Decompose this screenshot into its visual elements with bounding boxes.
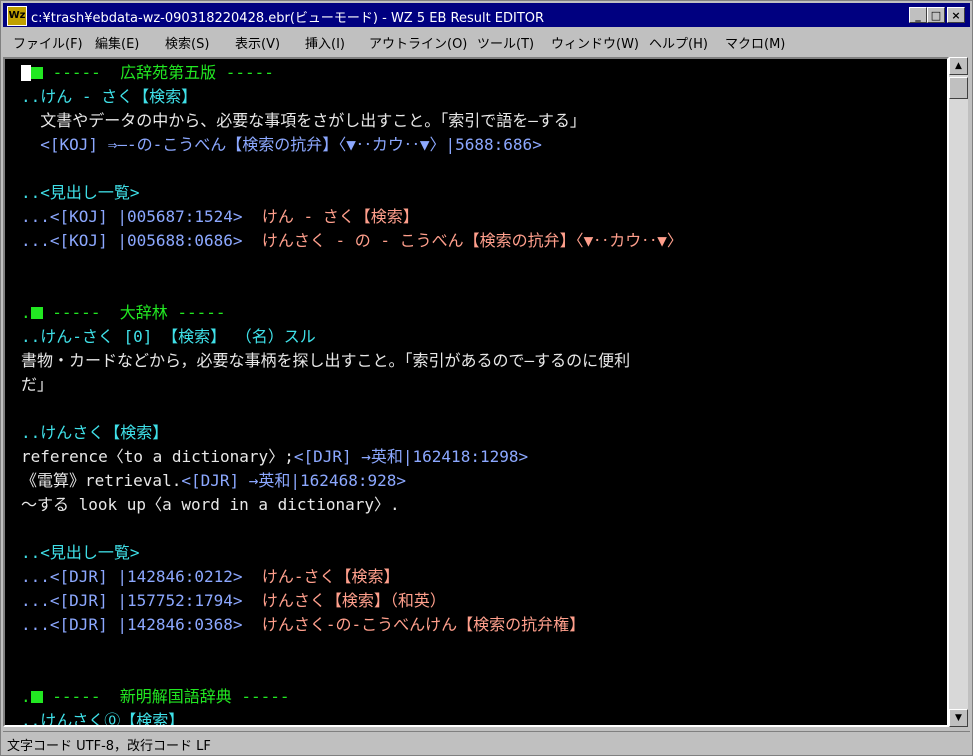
editor-line: ...<[DJR] |142846:0368> けんさく-の-こうべんけん【検索… — [21, 613, 585, 637]
menu-outline[interactable]: アウトライン(O) — [369, 33, 467, 52]
editor-line: ..けん - さく【検索】 — [21, 85, 197, 109]
window-title: c:¥trash¥ebdata-wz-090318220428.ebr(ビューモ… — [31, 11, 545, 26]
menu-tools[interactable]: ツール(T) — [477, 33, 534, 52]
menu-insert[interactable]: 挿入(I) — [305, 33, 345, 52]
entry-link[interactable]: ...<[DJR] |157752:1794> — [21, 591, 262, 610]
editor-line: 《電算》retrieval.<[DJR] →英和|162468:928> — [21, 469, 406, 493]
editor-line: ----- 広辞苑第五版 ----- — [21, 61, 274, 85]
editor-line: ..<見出し一覧> — [21, 541, 140, 565]
entry-link[interactable]: けんさく - の - こうべん【検索の抗弁】〈▼‥カウ‥▼〉 — [262, 231, 683, 250]
editor-line: ...<[DJR] |157752:1794> けんさく【検索】（和英） — [21, 589, 446, 613]
entry-link[interactable]: ...<[KOJ] |005687:1524> — [21, 207, 262, 226]
line-text: ----- 新明解国語辞典 ----- — [52, 687, 290, 706]
entry-link[interactable]: けん - さく【検索】 — [262, 207, 419, 226]
status-text: 文字コード UTF-8，改行コード LF — [7, 739, 211, 754]
entry-link[interactable]: <[DJR] →英和|162418:1298> — [294, 447, 528, 466]
scroll-thumb[interactable] — [949, 77, 968, 99]
vertical-scrollbar[interactable]: ▲ ▼ — [949, 57, 968, 727]
line-text: ----- 大辞林 ----- — [52, 303, 226, 322]
line-text: ..けんさく【検索】 — [21, 423, 169, 442]
app-icon[interactable]: Wz — [7, 6, 27, 26]
line-text: reference〈to a dictionary〉; — [21, 447, 294, 466]
menu-help[interactable]: ヘルプ(H) — [649, 33, 708, 52]
menu-macro[interactable]: マクロ(M) — [725, 33, 785, 52]
line-text: だ」 — [21, 375, 54, 394]
close-button[interactable]: × — [947, 7, 965, 23]
menu-view[interactable]: 表示(V) — [235, 33, 280, 52]
entry-link[interactable]: <[DJR] →英和|162468:928> — [181, 471, 406, 490]
title-bar[interactable]: Wz c:¥trash¥ebdata-wz-090318220428.ebr(ビ… — [3, 3, 970, 27]
editor-line: 文書やデータの中から、必要な事項をさがし出すこと。「索引で語を―する」 — [21, 109, 586, 133]
line-text: 文書やデータの中から、必要な事項をさがし出すこと。「索引で語を―する」 — [21, 111, 586, 130]
entry-link[interactable]: ...<[KOJ] |005688:0686> — [21, 231, 262, 250]
line-text: 書物・カードなどから，必要な事柄を探し出すこと。「索引があるので―するのに便利 — [21, 351, 631, 370]
line-text: ..けんさく⓪【検索】 — [21, 711, 185, 727]
line-text: ..<見出し一覧> — [21, 543, 140, 562]
section-marker-icon — [31, 67, 43, 79]
line-text: ----- 広辞苑第五版 ----- — [52, 63, 274, 82]
entry-link[interactable]: けんさく【検索】（和英） — [262, 591, 446, 610]
editor-line: ...<[KOJ] |005688:0686> けんさく - の - こうべん【… — [21, 229, 683, 253]
editor-line: <[KOJ] ⇒―-の-こうべん【検索の抗弁】〈▼‥カウ‥▼〉|5688:686… — [21, 133, 542, 157]
editor-line: ...<[KOJ] |005687:1524> けん - さく【検索】 — [21, 205, 419, 229]
entry-link[interactable]: けんさく-の-こうべんけん【検索の抗弁権】 — [262, 615, 585, 634]
editor-line: reference〈to a dictionary〉;<[DJR] →英和|16… — [21, 445, 528, 469]
editor-line: . ----- 新明解国語辞典 ----- — [21, 685, 290, 709]
editor-line: ..<見出し一覧> — [21, 181, 140, 205]
line-text: ..けん-さく [0] 【検索】 （名）スル — [21, 327, 316, 346]
app-window: Wz c:¥trash¥ebdata-wz-090318220428.ebr(ビ… — [0, 0, 973, 756]
editor-line: ..けんさく【検索】 — [21, 421, 168, 445]
line-text: 《電算》retrieval. — [21, 471, 182, 490]
entry-link[interactable]: ...<[DJR] |142846:0212> — [21, 567, 262, 586]
scroll-down-icon[interactable]: ▼ — [949, 709, 968, 727]
editor-line: 書物・カードなどから，必要な事柄を探し出すこと。「索引があるので―するのに便利 — [21, 349, 630, 373]
editor-line: ..けんさく⓪【検索】 — [21, 709, 185, 727]
line-text: ..けん - さく【検索】 — [21, 87, 198, 106]
editor-line: ..けん-さく [0] 【検索】 （名）スル — [21, 325, 316, 349]
entry-link[interactable]: ...<[DJR] |142846:0368> — [21, 615, 262, 634]
editor-line: . ----- 大辞林 ----- — [21, 301, 226, 325]
line-text: ..<見出し一覧> — [21, 183, 140, 202]
editor-line: だ」 — [21, 373, 53, 397]
status-bar: 文字コード UTF-8，改行コード LF — [3, 731, 970, 754]
editor-line: ～する look up〈a word in a dictionary〉. — [21, 493, 400, 517]
menu-file[interactable]: ファイル(F) — [13, 33, 83, 52]
entry-link[interactable]: <[KOJ] ⇒―-の-こうべん【検索の抗弁】〈▼‥カウ‥▼〉|5688:686… — [21, 135, 542, 154]
maximize-button[interactable]: □ — [927, 7, 945, 23]
menu-edit[interactable]: 編集(E) — [95, 33, 139, 52]
section-marker-icon — [30, 307, 43, 319]
minimize-button[interactable]: _ — [909, 7, 927, 23]
text-editor[interactable]: ----- 広辞苑第五版 ----- ..けん - さく【検索】 文書やデータの中… — [3, 57, 949, 727]
editor-line: ...<[DJR] |142846:0212> けん-さく【検索】 — [21, 565, 399, 589]
line-marker: . — [21, 687, 31, 706]
scroll-up-icon[interactable]: ▲ — [949, 57, 968, 75]
section-marker-icon — [30, 691, 43, 703]
line-text: ～する look up〈a word in a dictionary〉. — [21, 495, 400, 514]
menu-bar: ファイル(F) 編集(E) 検索(S) 表示(V) 挿入(I) アウトライン(O… — [3, 29, 970, 55]
line-marker: . — [21, 303, 31, 322]
menu-search[interactable]: 検索(S) — [165, 33, 209, 52]
entry-link[interactable]: けん-さく【検索】 — [262, 567, 400, 586]
text-cursor — [21, 65, 31, 81]
menu-window[interactable]: ウィンドウ(W) — [551, 33, 639, 52]
